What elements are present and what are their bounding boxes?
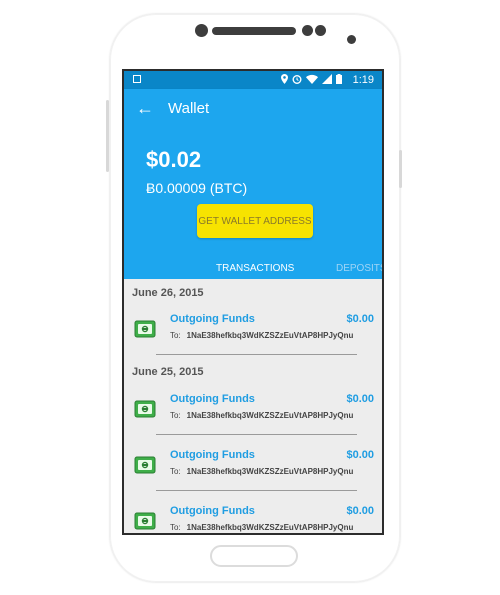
status-icons xyxy=(281,74,342,84)
app-screen: 1:19 ← Wallet $0.02 Ƀ0.00009 (BTC) GET W… xyxy=(122,69,384,535)
get-wallet-address-button[interactable]: GET WALLET ADDRESS xyxy=(197,204,313,238)
transaction-recipient: To: 1NaE38hefkbq3WdKZSZzEuVtAP8HPJyQnu xyxy=(170,411,353,420)
tab-bar: TRANSACTIONS DEPOSITS xyxy=(124,259,382,279)
recipient-address: 1NaE38hefkbq3WdKZSZzEuVtAP8HPJyQnu xyxy=(186,331,354,340)
app-bar: ← Wallet xyxy=(124,89,382,131)
transaction-list: June 26, 2015 Outgoing Funds $0.00 To: 1N… xyxy=(124,279,382,533)
money-icon xyxy=(134,400,156,418)
balance-panel: $0.02 Ƀ0.00009 (BTC) GET WALLET ADDRESS xyxy=(124,131,382,259)
transaction-amount: $0.00 xyxy=(346,393,374,405)
transaction-title: Outgoing Funds xyxy=(170,393,255,405)
transaction-row[interactable]: Outgoing Funds $0.00 To: 1NaE38hefkbq3WdK… xyxy=(124,390,382,440)
arrow-left-icon[interactable]: ← xyxy=(136,98,154,119)
page-title: Wallet xyxy=(168,100,210,117)
transaction-title: Outgoing Funds xyxy=(170,505,255,517)
location-icon xyxy=(281,74,288,84)
transaction-amount: $0.00 xyxy=(346,449,374,461)
tab-transactions[interactable]: TRANSACTIONS xyxy=(216,263,294,274)
wifi-icon xyxy=(306,74,318,84)
transaction-row[interactable]: Outgoing Funds $0.00 To: 1NaE38hefkbq3WdK… xyxy=(124,310,382,360)
recipient-address: 1NaE38hefkbq3WdKZSZzEuVtAP8HPJyQnu xyxy=(186,467,354,476)
transaction-amount: $0.00 xyxy=(346,313,374,325)
balance-btc: Ƀ0.00009 (BTC) xyxy=(146,180,248,196)
money-icon xyxy=(134,320,156,338)
phone-side-button-right xyxy=(399,150,402,188)
signal-icon xyxy=(322,74,332,84)
date-header: June 26, 2015 xyxy=(132,287,204,299)
transaction-amount: $0.00 xyxy=(346,505,374,517)
sensor-dot xyxy=(302,25,313,36)
transaction-recipient: To: 1NaE38hefkbq3WdKZSZzEuVtAP8HPJyQnu xyxy=(170,331,353,340)
status-bar: 1:19 xyxy=(124,71,382,89)
row-divider xyxy=(156,434,357,435)
sensor-dot xyxy=(347,35,356,44)
money-icon xyxy=(134,456,156,474)
to-label: To: xyxy=(170,467,181,476)
to-label: To: xyxy=(170,331,181,340)
battery-icon xyxy=(336,74,342,84)
transaction-title: Outgoing Funds xyxy=(170,313,255,325)
balance-fiat: $0.02 xyxy=(146,147,202,172)
front-camera xyxy=(195,24,208,37)
tab-deposits[interactable]: DEPOSITS xyxy=(336,263,382,274)
money-icon xyxy=(134,512,156,530)
row-divider xyxy=(156,490,357,491)
status-time: 1:19 xyxy=(352,74,374,86)
alarm-icon xyxy=(292,75,302,84)
row-divider xyxy=(156,354,357,355)
transaction-row[interactable]: Outgoing Funds $0.00 To: 1NaE38hefkbq3WdK… xyxy=(124,446,382,496)
sensor-dot xyxy=(315,25,326,36)
recipient-address: 1NaE38hefkbq3WdKZSZzEuVtAP8HPJyQnu xyxy=(186,411,354,420)
date-header: June 25, 2015 xyxy=(132,366,204,378)
phone-side-button-left xyxy=(106,100,109,172)
transaction-row[interactable]: Outgoing Funds $0.00 To: 1NaE38hefkbq3WdK… xyxy=(124,502,382,533)
earpiece-speaker xyxy=(212,27,296,35)
transaction-recipient: To: 1NaE38hefkbq3WdKZSZzEuVtAP8HPJyQnu xyxy=(170,467,353,476)
transaction-title: Outgoing Funds xyxy=(170,449,255,461)
recipient-address: 1NaE38hefkbq3WdKZSZzEuVtAP8HPJyQnu xyxy=(186,523,354,532)
transaction-recipient: To: 1NaE38hefkbq3WdKZSZzEuVtAP8HPJyQnu xyxy=(170,523,353,532)
home-button[interactable] xyxy=(210,545,298,567)
notification-square-icon xyxy=(133,75,141,83)
to-label: To: xyxy=(170,523,181,532)
to-label: To: xyxy=(170,411,181,420)
